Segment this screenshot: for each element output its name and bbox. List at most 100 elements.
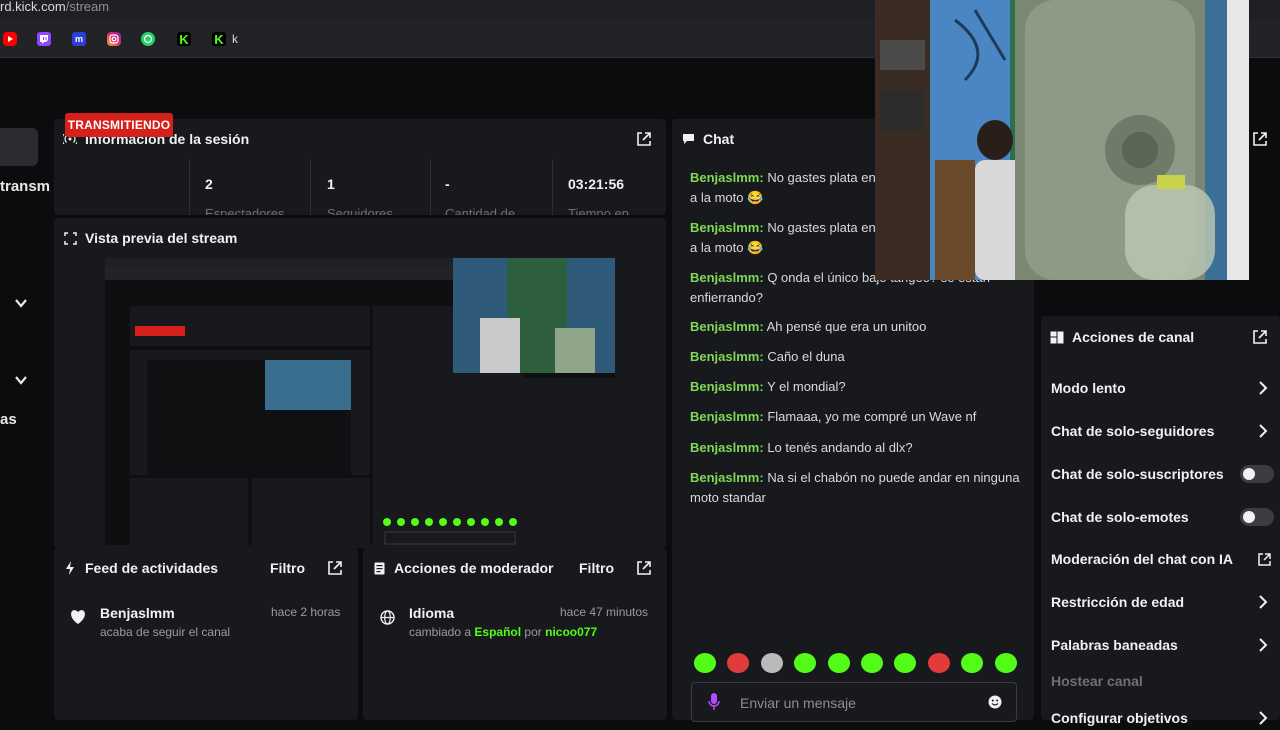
chat-username[interactable]: Benjaslmm: (690, 379, 764, 394)
emote-button[interactable] (694, 653, 716, 673)
nav-label-2[interactable]: as (0, 411, 17, 428)
chat-message: Benjaslmm: Lo tenés andando al dlx? (690, 440, 913, 455)
panel-title: Acciones de canal (1072, 329, 1195, 345)
popout-icon[interactable] (327, 560, 343, 576)
chat-username[interactable]: Benjaslmm: (690, 470, 764, 485)
chat-message: Benjaslmm: Flamaaa, yo me compré un Wave… (690, 409, 977, 424)
toggle-knob (1243, 511, 1255, 523)
twitch-icon[interactable] (37, 32, 51, 46)
toggle-knob (1243, 468, 1255, 480)
action-host-channel: Hostear canal (1051, 673, 1143, 689)
preview-frame (105, 258, 615, 545)
popout-icon[interactable] (636, 131, 652, 147)
chat-input-box[interactable] (691, 682, 1017, 722)
subscribers-only-toggle[interactable] (1240, 465, 1274, 483)
emote-button[interactable] (760, 653, 783, 673)
stat-value: - (445, 176, 450, 192)
divider (310, 159, 311, 215)
kick-icon[interactable]: K (177, 32, 191, 47)
bookmark-label[interactable]: k (232, 32, 238, 46)
popout-icon[interactable] (636, 560, 652, 576)
address-url[interactable]: rd.kick.com/stream (0, 0, 109, 13)
chat-username[interactable]: Benjaslmm: (690, 440, 764, 455)
popout-icon[interactable] (1252, 329, 1268, 345)
webcam-video (875, 0, 1249, 280)
emote-button[interactable] (827, 653, 850, 673)
chevron-down-icon[interactable] (14, 373, 28, 387)
panel-title: Chat (703, 131, 735, 147)
action-subscribers-only: Chat de solo-suscriptores (1051, 462, 1276, 486)
chat-message: Benjaslmm: Caño el duna (690, 349, 845, 364)
heart-icon (71, 610, 85, 624)
dashboard-icon (1050, 330, 1064, 344)
nav-button[interactable] (0, 128, 38, 166)
emote-button[interactable] (994, 653, 1017, 673)
chat-username[interactable]: Benjaslmm: (690, 409, 764, 424)
stat-value: 1 (327, 176, 335, 192)
chat-message: Benjaslmm: Y el mondial? (690, 379, 846, 394)
stream-preview-video[interactable] (105, 258, 615, 545)
panel-title: Feed de actividades (85, 560, 219, 576)
emote-button[interactable] (861, 653, 883, 673)
chevron-right-icon (1259, 424, 1268, 438)
action-banned-words[interactable]: Palabras baneadas (1051, 633, 1276, 657)
panel-header: Feed de actividades (54, 548, 358, 588)
chevron-down-icon[interactable] (14, 296, 28, 310)
stat-amount: - Cantidad de (445, 161, 545, 215)
emoji-icon[interactable] (988, 695, 1002, 709)
document-icon (372, 561, 386, 575)
m-icon[interactable]: m (72, 32, 86, 46)
panel-title: Vista previa del stream (85, 230, 238, 246)
moderator-link[interactable]: nicoo077 (545, 625, 597, 639)
action-ai-moderation[interactable]: Moderación del chat con IA (1051, 547, 1276, 571)
bolt-icon (63, 561, 77, 575)
whatsapp-icon[interactable] (141, 32, 155, 46)
action-emotes-only: Chat de solo-emotes (1051, 505, 1276, 529)
panel-title: Acciones de moderador (394, 560, 554, 576)
stat-uptime: 03:21:56 Tiempo en (568, 161, 666, 215)
emotes-only-toggle[interactable] (1240, 508, 1274, 526)
activity-username[interactable]: Benjaslmm (100, 605, 175, 621)
chat-username[interactable]: Benjaslmm: (690, 349, 764, 364)
youtube-icon[interactable] (3, 32, 17, 46)
chat-message-input[interactable] (740, 693, 970, 713)
action-slow-mode[interactable]: Modo lento (1051, 376, 1276, 400)
panel-header: Acciones de canal (1041, 316, 1280, 358)
chat-username[interactable]: Benjaslmm: (690, 170, 764, 185)
action-configure-goals[interactable]: Configurar objetivos (1051, 706, 1276, 730)
chat-username[interactable]: Benjaslmm: (690, 220, 764, 235)
stat-label: Cantidad de (445, 206, 516, 215)
chat-bubble-icon (681, 132, 695, 146)
instagram-icon[interactable] (107, 32, 121, 46)
chat-username[interactable]: Benjaslmm: (690, 270, 764, 285)
chevron-right-icon (1259, 381, 1268, 395)
activity-feed-panel: Feed de actividades Filtro Benjaslmm hac… (54, 548, 358, 720)
filter-button[interactable]: Filtro (270, 560, 305, 576)
stat-label: Tiempo en (568, 206, 629, 215)
mod-action-time: hace 47 minutos (560, 605, 649, 619)
microphone-icon[interactable] (708, 693, 720, 711)
webcam-overlay (875, 0, 1249, 280)
nav-label-stream[interactable]: transm (0, 178, 50, 195)
divider (552, 159, 553, 215)
moderator-actions-panel: Acciones de moderador Filtro Idioma hace… (363, 548, 667, 720)
mod-action-text: cambiado a Español por nicoo077 (409, 625, 598, 639)
live-status-badge: TRANSMITIENDO (65, 113, 173, 137)
emote-button[interactable] (927, 653, 950, 673)
popout-icon[interactable] (1252, 131, 1268, 147)
stat-value: 2 (205, 176, 213, 192)
action-followers-only[interactable]: Chat de solo-seguidores (1051, 419, 1276, 443)
language-link[interactable]: Español (474, 625, 521, 639)
globe-icon (380, 610, 395, 625)
fullscreen-icon (63, 231, 77, 245)
kick-icon-2[interactable]: K (212, 32, 226, 47)
stat-label: Espectadores (205, 206, 285, 215)
external-link-icon (1258, 553, 1271, 566)
chat-username[interactable]: Benjaslmm: (690, 319, 764, 334)
stat-value: 03:21:56 (568, 176, 625, 192)
divider (189, 159, 190, 215)
filter-button[interactable]: Filtro (579, 560, 614, 576)
action-age-restriction[interactable]: Restricción de edad (1051, 590, 1276, 614)
stat-label: Seguidores (327, 206, 393, 215)
stat-viewers: 2 Espectadores (205, 161, 305, 215)
